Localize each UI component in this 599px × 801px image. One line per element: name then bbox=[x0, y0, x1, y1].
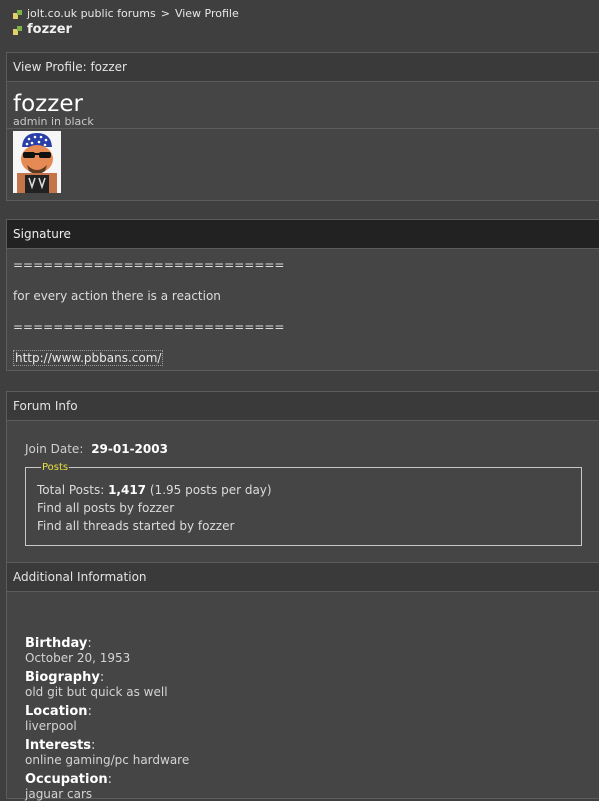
additional-info-header: Additional Information bbox=[7, 563, 599, 592]
posts-per-day: (1.95 posts per day) bbox=[149, 483, 272, 497]
signature-divider-top: =========================== bbox=[13, 258, 285, 272]
page-title: fozzer bbox=[27, 22, 72, 37]
biography-term: Biography: bbox=[25, 670, 105, 685]
occupation-term: Occupation: bbox=[25, 772, 113, 787]
breadcrumb-page-link[interactable]: View Profile bbox=[175, 6, 239, 22]
nav-current-icon bbox=[13, 25, 22, 35]
signature-link[interactable]: http://www.pbbans.com/ bbox=[13, 350, 164, 366]
signature-text: for every action there is a reaction bbox=[13, 289, 221, 303]
find-all-posts-link[interactable]: Find all posts by fozzer bbox=[37, 499, 570, 517]
location-term: Location: bbox=[25, 704, 92, 719]
join-date-label: Join Date: bbox=[25, 442, 84, 456]
nav-tree-icon bbox=[13, 9, 22, 19]
forum-info-panel: Forum Info Join Date: 29-01-2003 Posts T… bbox=[6, 391, 599, 563]
signature-panel-header: Signature bbox=[7, 220, 599, 249]
posts-legend: Posts bbox=[42, 462, 69, 473]
forum-info-header: Forum Info bbox=[7, 392, 599, 421]
interests-value: online gaming/pc hardware bbox=[25, 753, 190, 767]
breadcrumb: jolt.co.uk public forums > View Profile … bbox=[0, 0, 599, 52]
interests-term: Interests: bbox=[25, 738, 96, 753]
total-posts-value: 1,417 bbox=[108, 483, 147, 497]
breadcrumb-separator: > bbox=[160, 7, 170, 20]
breadcrumb-forum-link[interactable]: jolt.co.uk public forums bbox=[27, 6, 156, 22]
signature-divider-bottom: =========================== bbox=[13, 320, 285, 334]
user-title: admin in black bbox=[13, 115, 94, 128]
find-all-threads-link[interactable]: Find all threads started by fozzer bbox=[37, 517, 570, 535]
posts-fieldset: Posts Total Posts: 1,417 (1.95 posts per… bbox=[25, 462, 582, 546]
biography-value: old git but quick as well bbox=[25, 685, 168, 699]
join-date-value: 29-01-2003 bbox=[91, 442, 168, 456]
profile-panel-header: View Profile: fozzer bbox=[7, 53, 599, 82]
location-value: liverpool bbox=[25, 719, 77, 733]
additional-info-panel: Additional Information Birthday: October… bbox=[6, 562, 599, 801]
birthday-value: October 20, 1953 bbox=[25, 651, 131, 665]
total-posts-label: Total Posts: bbox=[37, 483, 105, 497]
avatar bbox=[13, 131, 61, 193]
profile-panel: View Profile: fozzer fozzer admin in bla… bbox=[6, 52, 599, 201]
username: fozzer bbox=[13, 91, 83, 117]
signature-panel: Signature =========================== fo… bbox=[6, 219, 599, 371]
birthday-term: Birthday: bbox=[25, 636, 92, 651]
